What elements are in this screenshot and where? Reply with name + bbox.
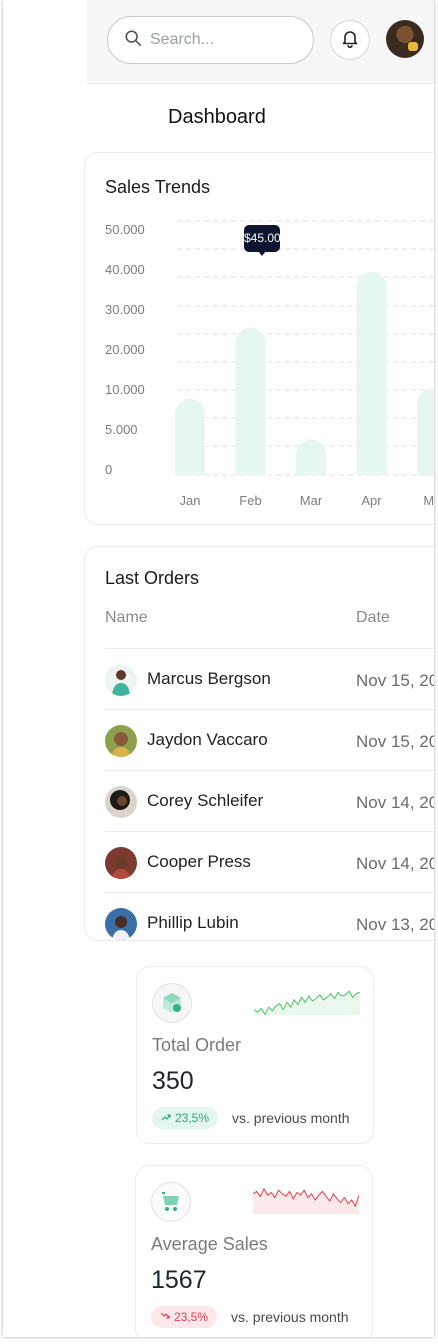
avatar	[105, 786, 137, 818]
y-tick-label: 50.000	[105, 222, 145, 237]
x-tick-label: Jan	[180, 493, 201, 508]
chart-bar	[296, 439, 326, 475]
chart-bar	[175, 398, 205, 475]
top-bar: Search...	[87, 0, 434, 84]
last-orders-card: Last Orders Name Date Marcus Bergson Nov…	[84, 546, 434, 941]
chart-tooltip: $45.000	[244, 225, 280, 252]
y-tick-label: 0	[105, 462, 112, 477]
table-row[interactable]: Corey Schleifer Nov 14, 2023	[105, 770, 434, 831]
trend-up-icon	[161, 1107, 171, 1129]
cart-icon	[151, 1182, 191, 1222]
app-frame: Search... Dashboard Sales Trends 50.000 4…	[3, 0, 434, 1337]
x-tick-label: Mc	[423, 493, 434, 508]
sales-chart: 50.000 40.000 30.000 20.000 10.000 5.000 0 Jan F…	[105, 220, 434, 508]
avatar	[105, 664, 137, 696]
trend-value: 23,5%	[174, 1310, 209, 1324]
user-avatar[interactable]	[386, 20, 424, 58]
sales-trends-card: Sales Trends 50.000 40.000 30.000 20.000 10.…	[84, 152, 434, 525]
avatar	[105, 847, 137, 879]
stat-value: 1567	[151, 1266, 207, 1294]
y-tick-label: 40.000	[105, 262, 145, 277]
avatar	[105, 725, 137, 757]
order-date: Nov 14, 2023	[356, 793, 434, 812]
chart-tooltip-tail	[258, 251, 266, 256]
search-input[interactable]: Search...	[150, 31, 214, 49]
avatar	[105, 908, 137, 940]
table-row[interactable]: Jaydon Vaccaro Nov 15, 2023	[105, 709, 434, 770]
table-row[interactable]: Marcus Bergson Nov 15, 2023	[105, 648, 434, 709]
order-date: Nov 15, 2023	[356, 671, 434, 690]
x-tick-label: Feb	[239, 493, 261, 508]
table-row[interactable]: Cooper Press Nov 14, 2023	[105, 831, 434, 892]
box-icon	[152, 983, 192, 1023]
sparkline-area	[253, 1188, 359, 1214]
y-tick-label: 10.000	[105, 382, 145, 397]
sparkline	[253, 1187, 359, 1214]
column-header-date: Date	[356, 609, 390, 626]
column-header-name: Name	[105, 609, 148, 626]
trend-badge: 23,5%	[152, 1107, 219, 1129]
chart-bar	[417, 388, 434, 475]
last-orders-title: Last Orders	[105, 568, 200, 588]
customer-name: Corey Schleifer	[147, 791, 264, 810]
comparison-text: vs. previous month	[232, 1110, 350, 1126]
sparkline	[254, 990, 360, 1015]
customer-name: Marcus Bergson	[147, 669, 271, 688]
stat-value: 350	[152, 1067, 194, 1095]
average-sales-card[interactable]: Average Sales 1567 23,5% vs. previous mo…	[135, 1165, 373, 1337]
x-tick-label: Apr	[361, 493, 382, 508]
stat-label: Average Sales	[151, 1234, 268, 1254]
search-box[interactable]: Search...	[107, 16, 314, 64]
notifications-button[interactable]	[330, 20, 370, 60]
trend-badge: 23,5%	[151, 1306, 218, 1328]
bell-icon	[340, 28, 360, 53]
trend-down-icon	[160, 1306, 170, 1328]
chart-bar	[356, 271, 387, 475]
stat-label: Total Order	[152, 1035, 242, 1055]
customer-name: Jaydon Vaccaro	[147, 730, 268, 749]
comparison-text: vs. previous month	[231, 1309, 349, 1325]
y-tick-label: 5.000	[105, 422, 138, 437]
customer-name: Cooper Press	[147, 852, 251, 871]
x-tick-label: Mar	[300, 493, 323, 508]
y-tick-label: 20.000	[105, 342, 145, 357]
trend-value: 23,5%	[175, 1111, 210, 1125]
order-date: Nov 13, 2023	[356, 915, 434, 934]
order-date: Nov 15, 2023	[356, 732, 434, 751]
y-tick-label: 30.000	[105, 302, 145, 317]
order-date: Nov 14, 2023	[356, 854, 434, 873]
customer-name: Phillip Lubin	[147, 913, 239, 932]
chart-bar	[235, 327, 266, 475]
total-order-card[interactable]: Total Order 350 23,5% vs. previous month	[136, 966, 374, 1144]
search-icon	[124, 29, 142, 52]
table-row[interactable]: Phillip Lubin Nov 13, 2023	[105, 892, 434, 940]
page-title: Dashboard	[168, 106, 266, 128]
